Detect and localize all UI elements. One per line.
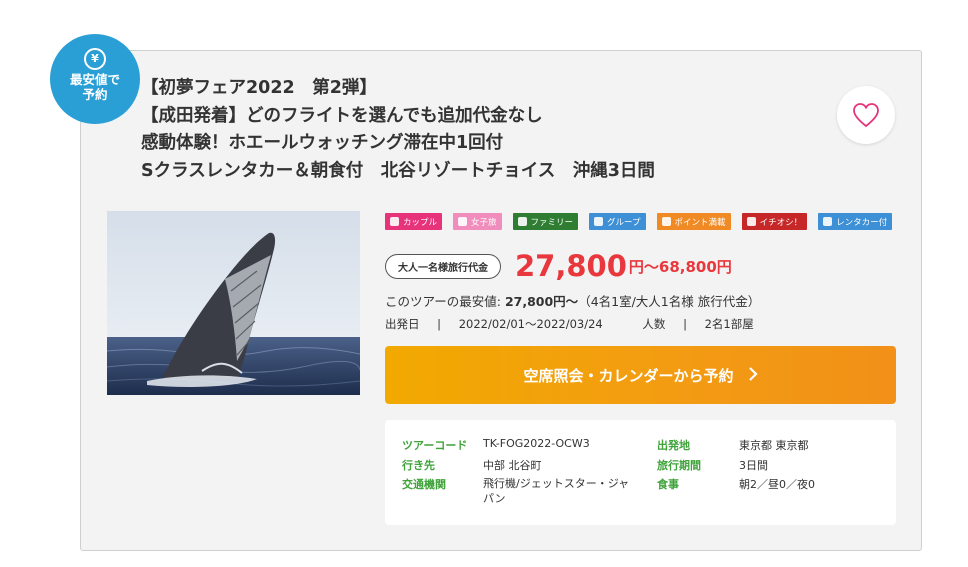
badge-line2: 予約 <box>82 87 108 102</box>
title-line4: Sクラスレンタカー＆朝食付 北谷リゾートチョイス 沖縄3日間 <box>141 160 655 181</box>
reserve-button[interactable]: 空席照会・カレンダーから予約 <box>385 346 896 404</box>
departure-value: 東京都 東京都 <box>739 439 809 452</box>
meals-label: 食事 <box>657 478 679 491</box>
price-label-pill: 大人一名様旅行代金 <box>385 253 501 279</box>
tour-meta: 出発日 | 2022/02/01～2022/03/24 人数 | 2名1部屋 <box>385 316 768 332</box>
points-icon <box>661 217 671 226</box>
group-icon <box>594 217 604 226</box>
title-line2: 【成田発着】どのフライトを選んでも追加代金なし <box>141 105 543 126</box>
divider: | <box>437 317 442 331</box>
reserve-button-label: 空席照会・カレンダーから予約 <box>523 366 734 385</box>
destination-value: 中部 北谷町 <box>483 459 542 472</box>
price-main: 27,800 <box>515 249 627 283</box>
favorite-button[interactable] <box>837 86 895 144</box>
departure-label: 出発地 <box>657 439 690 452</box>
people-label: 人数 <box>642 317 666 331</box>
yen-icon: ¥ <box>84 48 106 70</box>
chevron-right-icon <box>748 366 758 385</box>
period-value: 3日間 <box>739 459 768 472</box>
departure-date-value: 2022/02/01～2022/03/24 <box>458 317 603 331</box>
price-row: 大人一名様旅行代金 27,800 円～68,800円 <box>385 249 732 283</box>
tour-info-box: ツアーコード TK-FOG2022-OCW3 行き先 中部 北谷町 交通機関 飛… <box>385 420 896 525</box>
destination-label: 行き先 <box>402 459 435 472</box>
lowest-price-badge: ¥ 最安値で 予約 <box>50 34 140 124</box>
badge-line1: 最安値で <box>69 72 120 87</box>
heart-icon <box>853 103 879 128</box>
people-value: 2名1部屋 <box>704 317 754 331</box>
lowest-price-value: 27,800円～ <box>504 294 579 309</box>
tag-family: ファミリー <box>512 213 579 230</box>
lowest-price-text: このツアーの最安値: 27,800円～（4名1室/大人1名様 旅行代金） <box>385 294 761 309</box>
woman-icon <box>458 217 468 226</box>
transport-label: 交通機関 <box>402 478 446 491</box>
transport-value: 飛行機/ジェットスター・ジャパン <box>483 477 630 505</box>
departure-date-label: 出発日 <box>385 317 420 331</box>
period-label: 旅行期間 <box>657 459 701 472</box>
tour-title[interactable]: 【初夢フェア2022 第2弾】 【成田発着】どのフライトを選んでも追加代金なし … <box>141 75 791 185</box>
tag-points: ポイント満載 <box>656 213 731 230</box>
tag-girls-trip: 女子旅 <box>453 213 502 230</box>
couple-icon <box>390 217 399 226</box>
megaphone-icon <box>746 217 756 226</box>
tour-code-label: ツアーコード <box>402 439 468 452</box>
title-line3: 感動体験！ホエールウォッチング滞在中1回付 <box>141 133 504 153</box>
family-icon <box>517 217 527 226</box>
tour-photo-whale[interactable] <box>107 211 360 395</box>
price-range: 円～68,800円 <box>628 257 732 276</box>
tag-recommended: イチオシ！ <box>741 213 808 230</box>
divider: | <box>683 317 687 331</box>
car-icon <box>823 217 833 226</box>
tour-code-value: TK-FOG2022-OCW3 <box>483 437 590 450</box>
meals-value: 朝2／昼0／夜0 <box>739 478 815 491</box>
title-line1: 【初夢フェア2022 第2弾】 <box>141 78 377 98</box>
tag-rental-car: レンタカー付 <box>818 213 893 230</box>
tag-group: グループ <box>589 213 646 230</box>
tag-couple: カップル <box>385 213 443 230</box>
tag-list: カップル 女子旅 ファミリー グループ ポイント満載 イチオシ！ レンタカー付 <box>385 213 893 230</box>
